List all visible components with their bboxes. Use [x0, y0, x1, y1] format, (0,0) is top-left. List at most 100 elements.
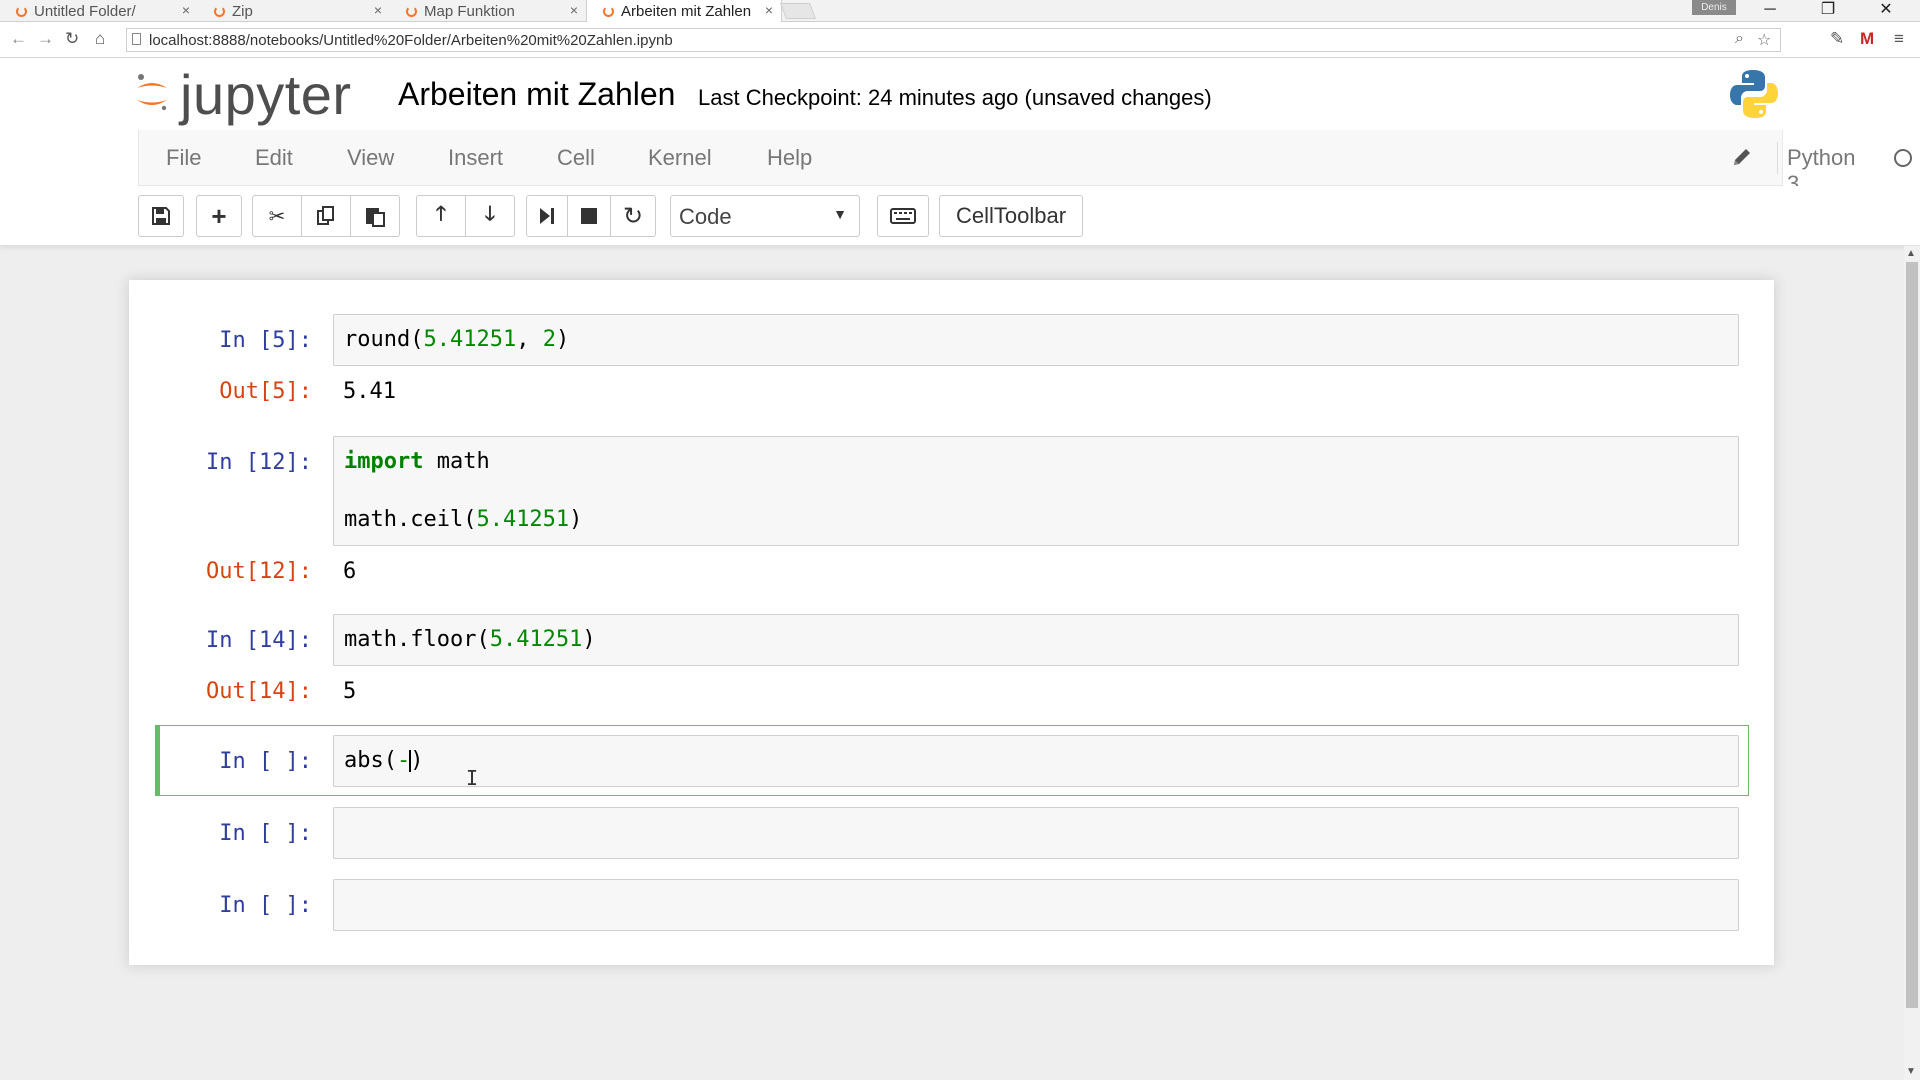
- reload-icon[interactable]: ↻: [65, 29, 79, 49]
- code-editor[interactable]: [333, 807, 1739, 859]
- menu-bar: File Edit View Insert Cell Kernel Help P…: [0, 130, 1920, 196]
- minimize-button[interactable]: ─: [1750, 0, 1790, 22]
- cut-button[interactable]: ✂: [252, 195, 302, 237]
- input-prompt: In [14]:: [206, 628, 312, 653]
- scroll-up-icon[interactable]: ▲: [1906, 248, 1916, 259]
- menu-bar-inner: File Edit View Insert Cell Kernel Help P…: [138, 130, 1912, 196]
- jupyter-header: jupyter Arbeiten mit Zahlen Last Checkpo…: [0, 58, 1920, 130]
- page-icon: [132, 33, 141, 45]
- back-icon[interactable]: ←: [10, 29, 27, 49]
- copy-icon: [317, 206, 334, 225]
- browser-tab[interactable]: Map Funktion ×: [390, 0, 586, 22]
- loading-icon: [16, 5, 27, 17]
- restore-button[interactable]: ❐: [1808, 0, 1848, 22]
- dropdown-arrow-icon: ▼: [833, 206, 847, 222]
- output-prompt: Out[14]:: [206, 679, 312, 704]
- code-editor[interactable]: round(5.41251, 2): [333, 314, 1739, 366]
- address-bar-row: ← → ↻ ⌂ localhost:8888/notebooks/Untitle…: [0, 22, 1920, 58]
- close-icon[interactable]: ×: [765, 2, 773, 18]
- tab-title: Untitled Folder/: [34, 2, 136, 20]
- scrollbar-thumb[interactable]: [1906, 262, 1918, 1008]
- browser-tab-bar: Untitled Folder/ × Zip × Map Funktion × …: [0, 0, 1920, 23]
- stop-icon: [581, 208, 597, 224]
- code-editor[interactable]: abs(-): [333, 735, 1739, 787]
- profile-badge[interactable]: Denis: [1692, 0, 1736, 15]
- forward-icon[interactable]: →: [37, 29, 54, 49]
- code-line: import math: [344, 449, 490, 474]
- gmail-extension-icon[interactable]: M: [1860, 29, 1874, 49]
- code-cell[interactable]: In [ ]:: [129, 807, 1774, 862]
- paste-button[interactable]: [350, 195, 400, 237]
- jupyter-logo-text[interactable]: jupyter: [180, 62, 352, 127]
- input-prompt: In [ ]:: [219, 893, 312, 918]
- code-cell[interactable]: In [5]: round(5.41251, 2) Out[5]: 5.41: [129, 314, 1774, 414]
- mouse-ibeam-cursor-icon: I: [466, 766, 479, 790]
- menu-file[interactable]: File: [166, 145, 201, 171]
- output-prompt: Out[12]:: [206, 559, 312, 584]
- menu-help[interactable]: Help: [767, 145, 812, 171]
- jupyter-logo-icon[interactable]: [135, 72, 169, 112]
- code-editor[interactable]: [333, 879, 1739, 931]
- cell-type-select[interactable]: Code ▼: [670, 195, 860, 237]
- url-text: localhost:8888/notebooks/Untitled%20Fold…: [149, 32, 673, 49]
- url-field[interactable]: localhost:8888/notebooks/Untitled%20Fold…: [126, 28, 1781, 52]
- scissors-icon: ✂: [268, 205, 286, 228]
- scroll-down-icon[interactable]: ▼: [1906, 1066, 1916, 1077]
- loading-icon: [603, 6, 614, 17]
- menu-edit[interactable]: Edit: [255, 145, 293, 171]
- copy-button[interactable]: [301, 195, 351, 237]
- extension-icon[interactable]: ✎: [1830, 29, 1844, 49]
- interrupt-button[interactable]: [567, 195, 611, 237]
- step-forward-icon: [540, 208, 554, 224]
- run-button[interactable]: [526, 195, 568, 237]
- loading-icon: [406, 5, 417, 17]
- checkpoint-status: Last Checkpoint: 24 minutes ago (unsaved…: [698, 85, 1212, 110]
- restart-icon: ↻: [622, 202, 644, 230]
- kernel-idle-indicator-icon: [1894, 149, 1912, 167]
- browser-tab-active[interactable]: Arbeiten mit Zahlen ×: [586, 0, 782, 23]
- divider: [1777, 142, 1778, 174]
- arrow-down-icon: 🡓: [484, 203, 496, 225]
- menu-insert[interactable]: Insert: [448, 145, 503, 171]
- move-up-button[interactable]: 🡑: [416, 195, 466, 237]
- keyboard-icon: [890, 208, 916, 224]
- chrome-menu-icon[interactable]: ≡: [1894, 29, 1904, 49]
- celltoolbar-button[interactable]: CellToolbar: [939, 195, 1083, 237]
- code-cell-active[interactable]: In [ ]: abs(-): [129, 735, 1774, 790]
- close-icon[interactable]: ×: [570, 2, 578, 18]
- bookmark-star-icon[interactable]: ☆: [1757, 30, 1771, 50]
- code-cell[interactable]: In [14]: math.floor(5.41251) Out[14]: 5: [129, 614, 1774, 714]
- close-icon[interactable]: ×: [374, 2, 382, 18]
- move-down-button[interactable]: 🡓: [465, 195, 515, 237]
- cell-output: 5.41: [343, 379, 396, 404]
- menu-cell[interactable]: Cell: [557, 145, 595, 171]
- home-icon[interactable]: ⌂: [95, 29, 105, 49]
- python-logo-icon: [1730, 70, 1778, 118]
- browser-tab[interactable]: Untitled Folder/ ×: [0, 0, 198, 22]
- menu-kernel[interactable]: Kernel: [648, 145, 712, 171]
- insert-cell-button[interactable]: +: [196, 195, 242, 237]
- menu-view[interactable]: View: [347, 145, 394, 171]
- tab-title: Map Funktion: [424, 2, 515, 20]
- code-cell[interactable]: In [12]: import math math.ceil(5.41251) …: [129, 436, 1774, 584]
- notebook-title[interactable]: Arbeiten mit Zahlen: [398, 76, 675, 113]
- code-cell[interactable]: In [ ]:: [129, 879, 1774, 934]
- command-palette-button[interactable]: [877, 195, 929, 237]
- close-icon[interactable]: ×: [182, 2, 190, 18]
- close-window-button[interactable]: ✕: [1866, 0, 1906, 22]
- code-editor[interactable]: math.floor(5.41251): [333, 614, 1739, 666]
- plus-icon: +: [211, 200, 227, 231]
- code-editor[interactable]: import math math.ceil(5.41251): [333, 436, 1739, 546]
- zoom-icon[interactable]: ⌕: [1735, 30, 1744, 48]
- input-prompt: In [5]:: [219, 328, 312, 353]
- clipboard-button-group: ✂: [252, 195, 400, 237]
- arrow-up-icon: 🡑: [435, 203, 447, 225]
- input-prompt: In [12]:: [206, 450, 312, 475]
- cell-type-value: Code: [679, 204, 732, 229]
- restart-kernel-button[interactable]: ↻: [610, 195, 656, 237]
- new-tab-button[interactable]: [780, 3, 816, 19]
- browser-tab[interactable]: Zip ×: [198, 0, 390, 22]
- code-line: math.ceil(5.41251): [344, 507, 583, 532]
- input-prompt: In [ ]:: [219, 821, 312, 846]
- save-button[interactable]: [138, 195, 184, 237]
